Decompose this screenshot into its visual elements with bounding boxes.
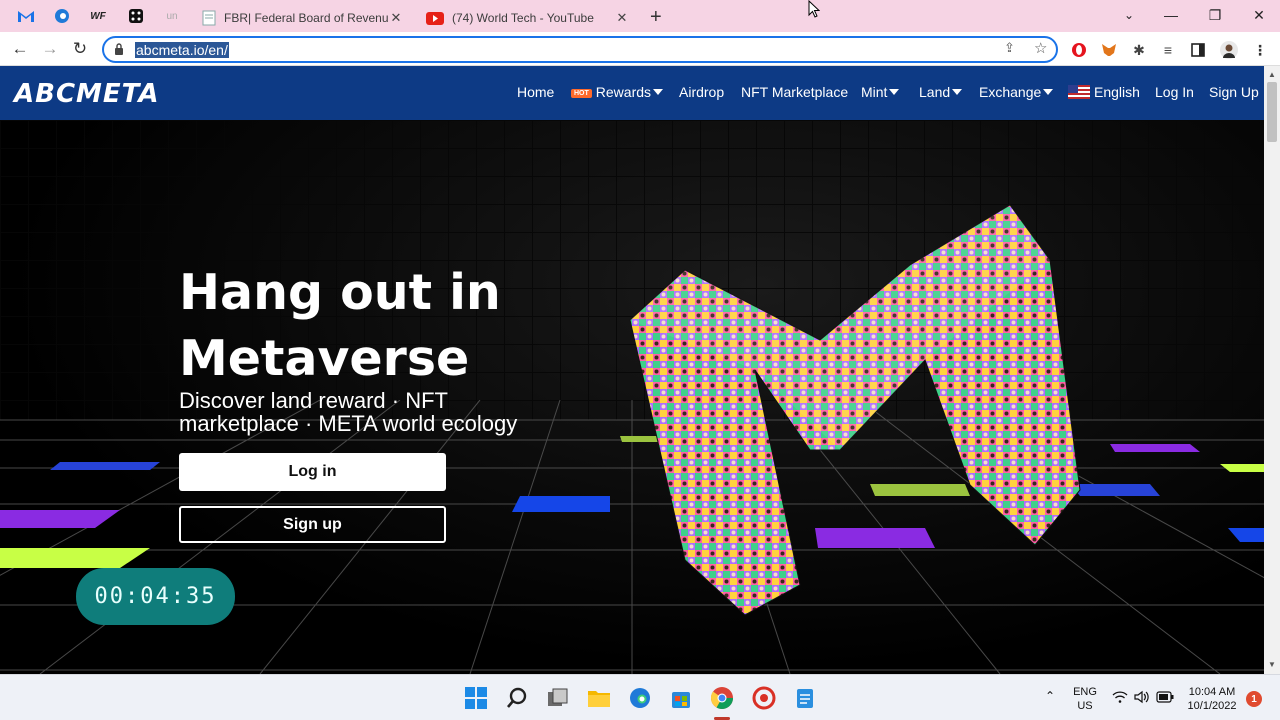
opera-icon[interactable]: [1069, 40, 1089, 60]
gmail-icon: [18, 11, 34, 22]
meta-m-logo-graphic: [629, 204, 1081, 616]
side-panel-icon[interactable]: [1188, 40, 1208, 60]
lock-icon: [115, 43, 123, 55]
extensions-puzzle-icon[interactable]: ✱: [1129, 40, 1149, 60]
nav-land[interactable]: Land: [919, 84, 963, 100]
hero-title: Hang out in Metaverse: [179, 264, 501, 387]
nav-airdrop[interactable]: Airdrop: [679, 84, 724, 100]
notepad-icon[interactable]: [793, 686, 817, 710]
restore-button[interactable]: ❐: [1192, 0, 1238, 30]
battery-icon[interactable]: [1156, 691, 1174, 707]
reading-list-icon[interactable]: ≡: [1158, 40, 1178, 60]
reload-button[interactable]: ↻: [67, 36, 93, 62]
nav-mint-label: Mint: [861, 84, 888, 100]
caret-down-icon: [653, 89, 664, 95]
url-text[interactable]: abcmeta.io/en/: [135, 42, 229, 58]
windows-taskbar: ⌃ ENG US 10:04 AM 10/1/2022 1: [0, 674, 1280, 720]
nav-land-label: Land: [919, 84, 951, 100]
metamask-fox-icon[interactable]: [1099, 40, 1119, 60]
site-logo[interactable]: ABCMETA: [14, 79, 160, 109]
close-window-button[interactable]: ✕: [1236, 0, 1280, 30]
scroll-up-icon[interactable]: ▲: [1268, 70, 1276, 79]
nav-mint[interactable]: Mint: [861, 84, 900, 100]
tab-youtube[interactable]: (74) World Tech - YouTube ✕: [416, 4, 640, 32]
search-icon[interactable]: [505, 686, 529, 710]
scrollbar-thumb[interactable]: [1267, 82, 1277, 142]
microsoft-store-icon[interactable]: [669, 686, 693, 710]
nav-home[interactable]: Home: [517, 84, 554, 100]
tab-search-button[interactable]: ⌄: [1106, 0, 1152, 30]
tab-title: (74) World Tech - YouTube: [452, 11, 594, 25]
hero-login-button[interactable]: Log in: [179, 453, 446, 491]
youtube-icon: [426, 11, 444, 25]
edge-browser-icon[interactable]: [628, 686, 652, 710]
address-bar[interactable]: abcmeta.io/en/ ⇪ ☆: [102, 36, 1058, 63]
show-hidden-icons-icon[interactable]: ⌃: [1045, 689, 1055, 703]
caret-down-icon: [952, 89, 963, 95]
hot-badge: HOT: [571, 89, 592, 98]
pinned-tab-wf[interactable]: WF: [80, 4, 116, 28]
wifi-icon[interactable]: [1112, 690, 1128, 706]
mouse-cursor-icon: [808, 0, 820, 18]
language-code: ENG: [1073, 686, 1097, 698]
caret-down-icon: [1043, 89, 1054, 95]
profile-avatar[interactable]: [1219, 40, 1239, 60]
hero-signup-button[interactable]: Sign up: [179, 506, 446, 543]
document-icon: [202, 10, 216, 26]
pinned-tab-edge[interactable]: [44, 4, 80, 28]
region-code: US: [1077, 700, 1093, 712]
bookmark-star-icon[interactable]: ☆: [1034, 39, 1047, 57]
new-tab-button[interactable]: +: [650, 6, 662, 29]
chrome-icon[interactable]: [710, 686, 734, 710]
nav-rewards-label: Rewards: [595, 84, 652, 100]
nav-signup[interactable]: Sign Up: [1209, 84, 1259, 100]
clock[interactable]: 10:04 AM 10/1/2022: [1183, 685, 1241, 713]
nav-nft-marketplace[interactable]: NFT Marketplace: [741, 84, 848, 100]
clock-time: 10:04 AM: [1188, 686, 1236, 698]
close-tab-icon[interactable]: ✕: [614, 10, 630, 26]
caret-down-icon: [889, 89, 900, 95]
clock-date: 10/1/2022: [1187, 700, 1237, 712]
edge-icon: [55, 9, 69, 23]
nav-language[interactable]: English: [1068, 84, 1140, 100]
browser-toolbar: ← → ↻ abcmeta.io/en/ ⇪ ☆ ✱ ≡ ⋮: [0, 32, 1280, 66]
tab-title: FBR| Federal Board of Revenue -: [224, 11, 388, 25]
screen-recorder-icon[interactable]: [752, 686, 776, 710]
hero-section: Hang out in Metaverse Discover land rewa…: [0, 120, 1264, 674]
windows-start-icon[interactable]: [464, 686, 488, 710]
pinned-tab-gmail[interactable]: [8, 4, 44, 28]
wf-icon: WF: [90, 10, 106, 22]
nav-rewards[interactable]: HOT Rewards: [571, 84, 664, 100]
browser-tab-bar: WF un FBR| Federal Board of Revenue - ✕ …: [0, 0, 1280, 32]
nav-login[interactable]: Log In: [1155, 84, 1194, 100]
minimize-button[interactable]: —: [1148, 0, 1194, 30]
input-language-indicator[interactable]: ENG US: [1070, 685, 1100, 713]
scroll-down-icon[interactable]: ▼: [1268, 660, 1276, 669]
nav-exchange[interactable]: Exchange: [979, 84, 1054, 100]
site-header: ABCMETA Home HOT Rewards Airdrop NFT Mark…: [0, 66, 1264, 120]
hero-subtitle: Discover land reward · NFT marketplace ·…: [179, 388, 518, 436]
dice-icon: [129, 9, 143, 23]
back-button[interactable]: ←: [7, 36, 33, 62]
nav-exchange-label: Exchange: [979, 84, 1042, 100]
volume-icon[interactable]: [1134, 690, 1150, 708]
task-view-icon[interactable]: [546, 686, 570, 710]
file-explorer-icon[interactable]: [587, 686, 611, 710]
us-flag-icon: [1068, 85, 1090, 99]
browser-menu-icon[interactable]: ⋮: [1250, 40, 1270, 60]
pinned-tab-dice[interactable]: [118, 4, 154, 28]
pinned-tab-un[interactable]: un: [154, 4, 190, 28]
notification-badge[interactable]: 1: [1246, 691, 1262, 707]
un-icon: un: [166, 10, 178, 22]
forward-button[interactable]: →: [37, 36, 63, 62]
page-scrollbar[interactable]: ▲ ▼: [1264, 66, 1280, 674]
recording-timer: 00:04:35: [76, 568, 235, 625]
nav-language-label: English: [1094, 84, 1140, 100]
tab-fbr[interactable]: FBR| Federal Board of Revenue - ✕: [192, 4, 414, 32]
share-icon[interactable]: ⇪: [1004, 40, 1015, 56]
close-tab-icon[interactable]: ✕: [388, 10, 404, 26]
